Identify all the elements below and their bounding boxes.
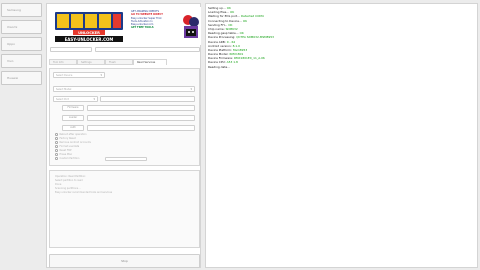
info-line: Operation: Read Partition: <box>55 175 86 178</box>
button-label: Loader <box>68 116 78 119</box>
option-format-userdata[interactable]: Format userdata <box>55 145 79 149</box>
dropdown-value: Select Device <box>56 74 73 77</box>
tab-label: Tool Info <box>53 61 64 64</box>
loader-button[interactable]: Loader <box>62 115 84 121</box>
tab-label: Flash <box>109 61 116 64</box>
stop-button[interactable]: Stop <box>49 254 200 268</box>
option-label: Custom Partition <box>59 157 80 160</box>
radio-icon <box>55 145 58 148</box>
model-dropdown[interactable]: Select Model <box>53 86 195 92</box>
path-field[interactable] <box>95 47 200 52</box>
log-value: QCTPA SDM632-MSM8953 <box>236 35 275 40</box>
option-label: Format userdata <box>59 145 80 148</box>
tab-settings[interactable]: Settings <box>77 59 105 65</box>
firmware-button[interactable]: Firmware <box>62 105 84 111</box>
log-panel: Setting up...OK Loading files...OK Waiting… <box>205 3 478 268</box>
option-custom-partition[interactable]: Custom Partition <box>55 157 79 161</box>
log-line: Reading data... <box>208 65 477 69</box>
brand-sidebar: Samsung Xiaomi Oppo Vivo Huawei <box>1 3 42 88</box>
log-value: OK <box>242 18 247 23</box>
log-value: RMX1801EX_11_A.06 <box>234 56 265 61</box>
option-label: Erase Misc <box>59 153 73 156</box>
sidebar-item-vivo[interactable]: Vivo <box>1 54 42 68</box>
promo-text: GET AMAZING CREDITS GO TO WEBSITE DIRECT… <box>131 10 183 43</box>
promo-banner[interactable]: UNLOCKER EASY-UNLOCKER.COM GET AMAZING C… <box>51 7 201 45</box>
radio-icon <box>55 149 58 152</box>
tab-flash[interactable]: Flash <box>105 59 133 65</box>
tab-bar: Tool Info Settings Flash Read Services <box>49 59 200 65</box>
tab-label: Read Services <box>137 61 156 64</box>
auth-path-field[interactable] <box>87 125 195 131</box>
sidebar-item-label: Huawei <box>7 76 19 80</box>
sidebar-item-huawei[interactable]: Huawei <box>1 71 42 85</box>
auth-button[interactable]: Auth <box>62 125 84 131</box>
radio-icon <box>55 137 58 140</box>
port-dropdown[interactable]: Select Port <box>53 96 98 102</box>
button-label: Auth <box>70 126 76 129</box>
dropdown-value: Select Model <box>56 88 72 91</box>
sidebar-item-samsung[interactable]: Samsung <box>1 3 42 17</box>
radio-icon <box>55 157 58 160</box>
option-factory-reset[interactable]: Factory Reset <box>55 137 76 141</box>
mascot-image <box>182 12 200 42</box>
sidebar-item-xiaomi[interactable]: Xiaomi <box>1 20 42 34</box>
option-reboot[interactable]: Reboot after operation <box>55 133 87 137</box>
info-line: Select partition to read <box>55 179 83 182</box>
tab-label: Settings <box>81 61 92 64</box>
sidebar-item-oppo[interactable]: Oppo <box>1 37 42 51</box>
log-value: Detected COM4 <box>240 14 264 19</box>
option-reset-frp[interactable]: Reset FRP <box>55 149 71 153</box>
sidebar-item-label: Vivo <box>7 59 14 63</box>
sidebar-item-label: Xiaomi <box>7 25 18 29</box>
easy-unlocker-logo: UNLOCKER EASY-UNLOCKER.COM <box>53 11 125 43</box>
option-erase-misc[interactable]: Erase Misc <box>55 153 72 157</box>
sidebar-item-label: Oppo <box>7 42 16 46</box>
promo-cta: GET FREE TOOLS <box>131 26 154 30</box>
sidebar-item-label: Samsung <box>7 8 21 12</box>
option-label: Remove Android Accounts <box>59 141 91 144</box>
stop-button-label: Stop <box>121 259 128 263</box>
top-input-row <box>50 47 200 54</box>
logo-sub-text: UNLOCKER <box>78 31 100 35</box>
radio-icon <box>55 141 58 144</box>
device-dropdown[interactable]: Select Device <box>53 72 105 78</box>
button-label: Firmware <box>67 106 79 109</box>
device-field[interactable] <box>50 47 92 52</box>
port-info-field[interactable] <box>100 96 195 102</box>
logo-url-text: EASY-UNLOCKER.COM <box>65 37 114 42</box>
option-label: Reboot after operation <box>59 133 87 136</box>
radio-icon <box>55 153 58 156</box>
firmware-path-field[interactable] <box>87 105 195 111</box>
option-label: Factory Reset <box>59 137 76 140</box>
operation-info-panel: Operation: Read Partition: Select partit… <box>49 170 200 248</box>
info-line: Scanning partitions... <box>55 187 81 190</box>
info-line: Done <box>55 183 62 186</box>
loader-path-field[interactable] <box>87 115 195 121</box>
tab-read-services[interactable]: Read Services <box>133 59 167 65</box>
settings-panel: Select Device Select Model Select Port F… <box>49 68 200 166</box>
dropdown-value: Select Port <box>56 98 69 101</box>
option-remove-accounts[interactable]: Remove Android Accounts <box>55 141 91 145</box>
checkbox-icon <box>55 133 58 136</box>
info-line: Easy unlocker recommended tools and serv… <box>55 191 113 194</box>
tab-tool-info[interactable]: Tool Info <box>49 59 77 65</box>
partition-name-field[interactable] <box>105 157 147 161</box>
main-panel: UNLOCKER EASY-UNLOCKER.COM GET AMAZING C… <box>46 3 201 268</box>
log-key: Reading data... <box>208 64 230 69</box>
option-label: Reset FRP <box>59 149 72 152</box>
